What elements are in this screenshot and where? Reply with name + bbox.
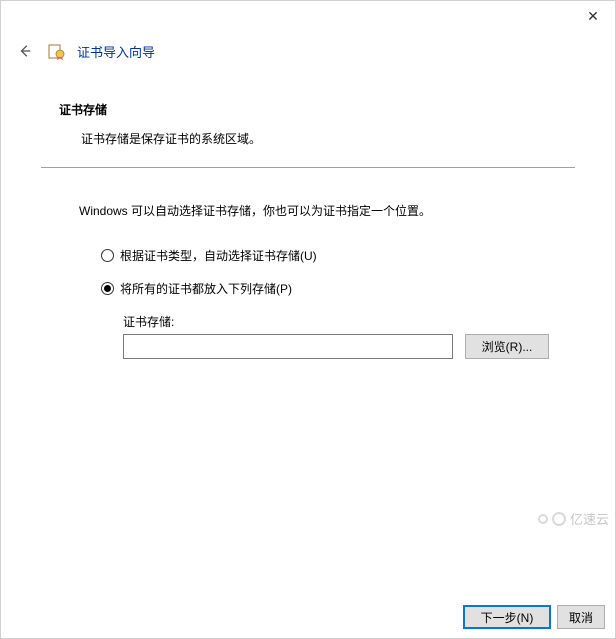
radio-group: 根据证书类型，自动选择证书存储(U) 将所有的证书都放入下列存储(P) — [59, 247, 575, 297]
close-button[interactable]: ✕ — [573, 2, 613, 30]
next-button[interactable]: 下一步(N) — [463, 605, 551, 629]
section-description: 证书存储是保存证书的系统区域。 — [59, 130, 575, 147]
radio-manual-select[interactable]: 将所有的证书都放入下列存储(P) — [101, 280, 575, 297]
section-title: 证书存储 — [59, 101, 575, 118]
cancel-button-label: 取消 — [569, 609, 593, 626]
body-area: Windows 可以自动选择证书存储，你也可以为证书指定一个位置。 根据证书类型… — [1, 202, 615, 359]
certificate-store-input[interactable] — [123, 334, 453, 359]
browse-button[interactable]: 浏览(R)... — [465, 334, 549, 359]
store-row: 浏览(R)... — [123, 334, 575, 359]
footer: 下一步(N) 取消 — [463, 600, 615, 638]
certificate-wizard-icon — [47, 42, 65, 60]
watermark-text: 亿速云 — [570, 509, 609, 528]
content-area: 证书存储 证书存储是保存证书的系统区域。 — [1, 71, 615, 147]
browse-button-label: 浏览(R)... — [482, 338, 533, 355]
wizard-title: 证书导入向导 — [77, 42, 155, 61]
radio-icon — [101, 249, 114, 262]
store-label: 证书存储: — [123, 313, 575, 330]
radio-manual-label: 将所有的证书都放入下列存储(P) — [120, 280, 292, 297]
cancel-button[interactable]: 取消 — [557, 605, 605, 629]
titlebar: ✕ — [1, 1, 615, 31]
back-button[interactable] — [15, 41, 35, 61]
separator — [41, 167, 575, 168]
radio-auto-label: 根据证书类型，自动选择证书存储(U) — [120, 247, 317, 264]
back-arrow-icon — [18, 44, 32, 58]
certificate-store-block: 证书存储: 浏览(R)... — [59, 313, 575, 359]
radio-auto-select[interactable]: 根据证书类型，自动选择证书存储(U) — [101, 247, 575, 264]
wizard-header: 证书导入向导 — [1, 31, 615, 71]
watermark: 亿速云 — [538, 509, 609, 528]
helper-text: Windows 可以自动选择证书存储，你也可以为证书指定一个位置。 — [59, 202, 575, 219]
close-icon: ✕ — [587, 8, 599, 25]
radio-icon — [101, 282, 114, 295]
next-button-label: 下一步(N) — [481, 609, 534, 626]
